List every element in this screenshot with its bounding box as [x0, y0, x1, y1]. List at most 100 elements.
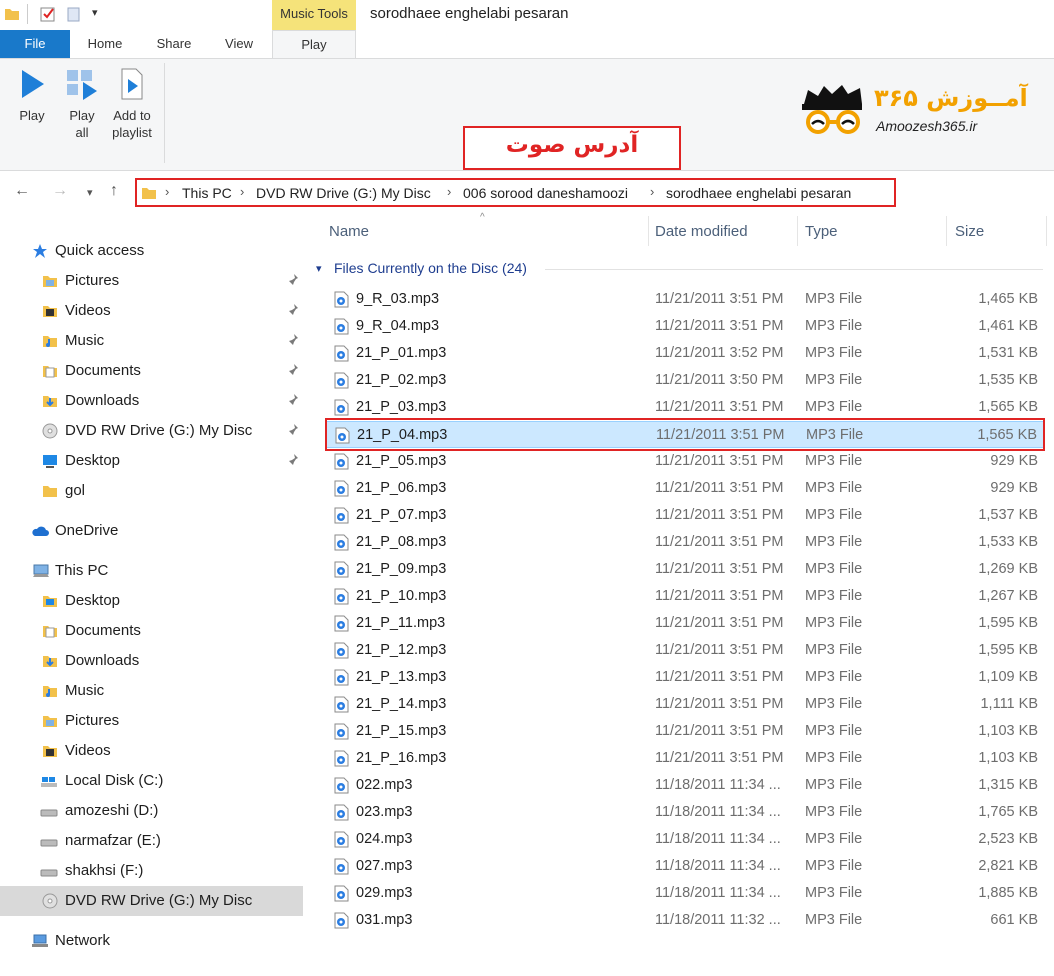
pin-icon[interactable] — [285, 393, 299, 407]
sidebar-item-qa-downloads[interactable]: Downloads — [0, 386, 303, 416]
file-row[interactable]: 21_P_07.mp3 11/21/2011 3:51 PM MP3 File 1,5… — [326, 502, 1044, 529]
column-divider[interactable] — [648, 216, 649, 246]
sidebar-item-pc-pictures[interactable]: Pictures — [0, 706, 303, 736]
group-header[interactable]: Files Currently on the Disc (24) — [334, 260, 527, 276]
sidebar-item-qa-pictures[interactable]: Pictures — [0, 266, 303, 296]
play-button[interactable]: Play — [10, 67, 54, 124]
chevron-right-icon[interactable]: › — [240, 184, 244, 199]
add-to-playlist-icon — [121, 68, 143, 100]
sidebar-item-drive-e[interactable]: narmafzar (E:) — [0, 826, 303, 856]
file-row[interactable]: 21_P_02.mp3 11/21/2011 3:50 PM MP3 File 1,5… — [326, 367, 1044, 394]
sidebar-item-network[interactable]: Network — [0, 926, 303, 956]
play-all-button[interactable]: Play all — [62, 67, 102, 141]
sidebar-item-pc-music[interactable]: Music — [0, 676, 303, 706]
file-row[interactable]: 21_P_10.mp3 11/21/2011 3:51 PM MP3 File 1,2… — [326, 583, 1044, 610]
collapse-group-chevron-icon[interactable]: ▾ — [316, 262, 322, 275]
file-row[interactable]: 21_P_01.mp3 11/21/2011 3:52 PM MP3 File 1,5… — [326, 340, 1044, 367]
sidebar-item-local-disk-c[interactable]: Local Disk (C:) — [0, 766, 303, 796]
sidebar-item-qa-videos[interactable]: Videos — [0, 296, 303, 326]
navigation-pane: Quick access Pictures Videos Music Docum… — [0, 236, 306, 976]
file-type: MP3 File — [805, 858, 863, 874]
file-row[interactable]: 024.mp3 11/18/2011 11:34 ... MP3 File 2,523… — [326, 826, 1044, 853]
sidebar-item-qa-documents[interactable]: Documents — [0, 356, 303, 386]
documents-folder-icon — [43, 626, 57, 638]
pin-icon[interactable] — [285, 303, 299, 317]
file-row[interactable]: 21_P_08.mp3 11/21/2011 3:51 PM MP3 File 1,5… — [326, 529, 1044, 556]
column-header-type[interactable]: Type — [805, 223, 838, 240]
file-row[interactable]: 9_R_03.mp3 11/21/2011 3:51 PM MP3 File 1,46… — [326, 286, 1044, 313]
sidebar-item-this-pc[interactable]: This PC — [0, 556, 303, 586]
sidebar-item-qa-desktop[interactable]: Desktop — [0, 446, 303, 476]
file-row[interactable]: 21_P_03.mp3 11/21/2011 3:51 PM MP3 File 1,5… — [326, 394, 1044, 421]
pin-icon[interactable] — [285, 423, 299, 437]
folder-icon[interactable] — [4, 6, 20, 22]
play-all-icon — [67, 70, 97, 100]
file-row[interactable]: 031.mp3 11/18/2011 11:32 ... MP3 File 661 K… — [326, 907, 1044, 934]
file-row[interactable]: 21_P_16.mp3 11/21/2011 3:51 PM MP3 File 1,1… — [326, 745, 1044, 772]
pin-icon[interactable] — [285, 453, 299, 467]
address-bar[interactable]: › This PC › DVD RW Drive (G:) My Disc › … — [135, 178, 896, 207]
sidebar-item-qa-gol[interactable]: gol — [0, 476, 303, 506]
file-row[interactable]: 023.mp3 11/18/2011 11:34 ... MP3 File 1,765… — [326, 799, 1044, 826]
sidebar-item-pc-videos[interactable]: Videos — [0, 736, 303, 766]
sidebar-item-quick-access[interactable]: Quick access — [0, 236, 303, 266]
breadcrumb-current[interactable]: sorodhaee enghelabi pesaran — [666, 185, 851, 201]
column-header-date-modified[interactable]: Date modified — [655, 223, 748, 240]
recent-locations-chevron-icon[interactable]: ▾ — [87, 186, 93, 199]
properties-icon[interactable] — [40, 6, 56, 22]
up-arrow-icon[interactable]: ↑ — [110, 182, 118, 200]
tab-play[interactable]: Play — [272, 30, 356, 59]
tab-share[interactable]: Share — [148, 30, 200, 58]
file-date-modified: 11/18/2011 11:34 ... — [655, 858, 781, 874]
pin-icon[interactable] — [285, 363, 299, 377]
sidebar-item-dvd-drive-g[interactable]: DVD RW Drive (G:) My Disc — [0, 886, 303, 916]
sidebar-item-drive-d[interactable]: amozeshi (D:) — [0, 796, 303, 826]
file-row[interactable]: 029.mp3 11/18/2011 11:34 ... MP3 File 1,885… — [326, 880, 1044, 907]
mp3-file-icon — [333, 372, 349, 389]
chevron-right-icon[interactable]: › — [447, 184, 451, 199]
chevron-right-icon[interactable]: › — [650, 184, 654, 199]
tab-file[interactable]: File — [0, 30, 70, 58]
customize-qat-icon[interactable]: ▾ — [92, 6, 98, 19]
file-row[interactable]: 9_R_04.mp3 11/21/2011 3:51 PM MP3 File 1,46… — [326, 313, 1044, 340]
file-row[interactable]: 21_P_06.mp3 11/21/2011 3:51 PM MP3 File 929… — [326, 475, 1044, 502]
sidebar-item-qa-music[interactable]: Music — [0, 326, 303, 356]
pin-icon[interactable] — [285, 333, 299, 347]
file-row[interactable]: 21_P_14.mp3 11/21/2011 3:51 PM MP3 File 1,1… — [326, 691, 1044, 718]
file-name: 21_P_03.mp3 — [356, 399, 447, 415]
sidebar-item-pc-downloads[interactable]: Downloads — [0, 646, 303, 676]
new-folder-icon[interactable] — [66, 6, 82, 22]
file-row[interactable]: 21_P_05.mp3 11/21/2011 3:51 PM MP3 File 929… — [326, 448, 1044, 475]
breadcrumb-folder[interactable]: 006 sorood daneshamoozi — [463, 185, 628, 201]
file-row[interactable]: 21_P_12.mp3 11/21/2011 3:51 PM MP3 File 1,5… — [326, 637, 1044, 664]
column-divider[interactable] — [797, 216, 798, 246]
sidebar-item-onedrive[interactable]: OneDrive — [0, 516, 303, 546]
chevron-right-icon[interactable]: › — [165, 184, 169, 199]
file-row[interactable]: 027.mp3 11/18/2011 11:34 ... MP3 File 2,821… — [326, 853, 1044, 880]
file-row[interactable]: 21_P_13.mp3 11/21/2011 3:51 PM MP3 File 1,1… — [326, 664, 1044, 691]
breadcrumb-this-pc[interactable]: This PC — [182, 185, 232, 201]
breadcrumb-dvd-drive[interactable]: DVD RW Drive (G:) My Disc — [256, 185, 431, 201]
tab-home[interactable]: Home — [78, 30, 132, 58]
file-row[interactable]: 21_P_15.mp3 11/21/2011 3:51 PM MP3 File 1,1… — [326, 718, 1044, 745]
column-divider[interactable] — [946, 216, 947, 246]
star-icon — [33, 244, 47, 258]
tab-view[interactable]: View — [214, 30, 264, 58]
sidebar-item-qa-dvd-drive[interactable]: DVD RW Drive (G:) My Disc — [0, 416, 303, 446]
column-header-size[interactable]: Size — [955, 223, 984, 240]
file-row[interactable]: 21_P_11.mp3 11/21/2011 3:51 PM MP3 File 1,5… — [326, 610, 1044, 637]
back-arrow-icon[interactable]: ← — [14, 182, 30, 200]
add-to-playlist-button[interactable]: Add to playlist — [108, 67, 156, 141]
file-name: 027.mp3 — [356, 858, 413, 874]
videos-folder-icon — [43, 746, 57, 757]
sidebar-item-drive-f[interactable]: shakhsi (F:) — [0, 856, 303, 886]
pin-icon[interactable] — [285, 273, 299, 287]
sidebar-item-pc-documents[interactable]: Documents — [0, 616, 303, 646]
column-divider[interactable] — [1046, 216, 1047, 246]
column-header-name[interactable]: Name — [329, 223, 369, 240]
forward-arrow-icon[interactable]: → — [52, 182, 68, 200]
file-row[interactable]: 21_P_09.mp3 11/21/2011 3:51 PM MP3 File 1,2… — [326, 556, 1044, 583]
file-row[interactable]: 022.mp3 11/18/2011 11:34 ... MP3 File 1,315… — [326, 772, 1044, 799]
sidebar-item-pc-desktop[interactable]: Desktop — [0, 586, 303, 616]
file-size: 2,523 KB — [978, 831, 1038, 847]
